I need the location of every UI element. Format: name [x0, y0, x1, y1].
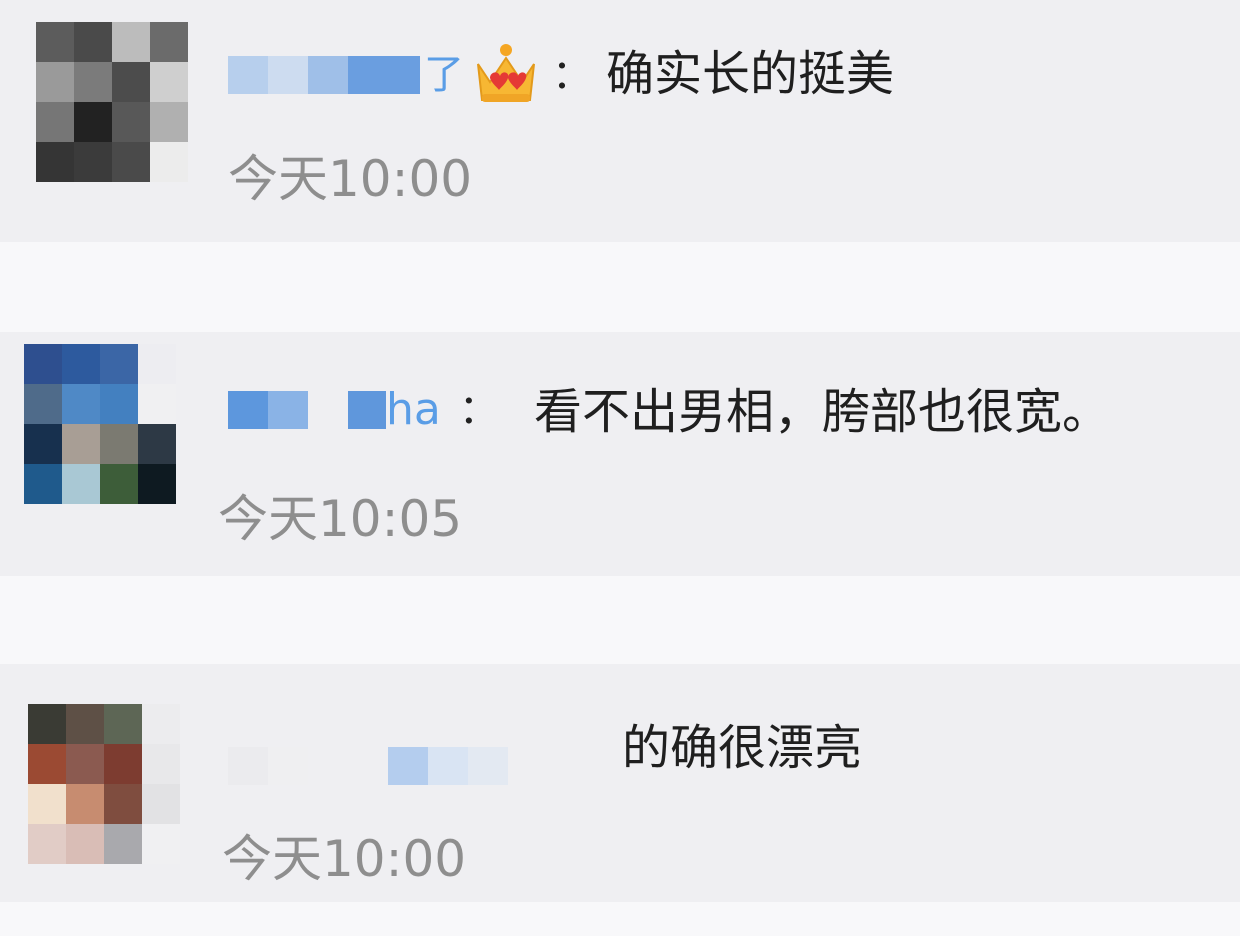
timestamp: 今天10:05 — [218, 490, 463, 548]
avatar-mosaic-cell — [28, 704, 66, 744]
username-tail: ha — [386, 384, 441, 435]
avatar-mosaic-cell — [104, 784, 142, 824]
username-blurred — [308, 391, 348, 429]
avatar-mosaic-cell — [66, 744, 104, 784]
separator — [0, 902, 1240, 936]
username-blurred — [268, 391, 308, 429]
avatar-mosaic-cell — [62, 384, 100, 424]
avatar-mosaic-cell — [62, 464, 100, 504]
avatar-mosaic-cell — [100, 384, 138, 424]
avatar-mosaic-cell — [74, 62, 112, 102]
comment-text: 看不出男相，胯部也很宽。 — [534, 384, 1111, 440]
avatar[interactable] — [28, 704, 180, 864]
username-blurred — [308, 747, 388, 785]
avatar-mosaic-cell — [138, 424, 176, 464]
separator — [0, 242, 1240, 332]
avatar-mosaic-cell — [100, 424, 138, 464]
avatar-mosaic-cell — [150, 142, 188, 182]
avatar-mosaic-cell — [100, 464, 138, 504]
username-blurred — [468, 747, 508, 785]
avatar-mosaic-cell — [112, 102, 150, 142]
timestamp: 今天10:00 — [228, 150, 473, 208]
avatar-mosaic-cell — [24, 464, 62, 504]
avatar-mosaic-cell — [142, 824, 180, 864]
username-tail: 了 — [424, 52, 464, 98]
comment-item[interactable]: 了 ： 确实长的挺美 今天10:00 — [0, 0, 1240, 242]
comment-item[interactable]: ha ： 看不出男相，胯部也很宽。 今天10:05 — [0, 332, 1240, 576]
comment-text: 确实长的挺美 — [606, 46, 895, 102]
username[interactable] — [228, 746, 508, 786]
avatar-mosaic-cell — [100, 344, 138, 384]
username-blurred — [308, 56, 348, 94]
avatar-mosaic-cell — [36, 22, 74, 62]
avatar-mosaic-cell — [24, 424, 62, 464]
username[interactable]: 了 ： — [228, 40, 592, 110]
avatar-mosaic-cell — [24, 384, 62, 424]
avatar-mosaic-cell — [112, 62, 150, 102]
avatar-mosaic-cell — [150, 102, 188, 142]
avatar-mosaic-cell — [142, 744, 180, 784]
username-blurred — [268, 56, 308, 94]
crown-icon — [472, 42, 540, 108]
comment-text: 的确很漂亮 — [622, 720, 863, 776]
colon: ： — [458, 387, 499, 433]
avatar-mosaic-cell — [36, 142, 74, 182]
username-blurred — [228, 56, 268, 94]
avatar-mosaic-cell — [66, 704, 104, 744]
avatar-mosaic-cell — [66, 824, 104, 864]
separator — [0, 576, 1240, 664]
avatar-mosaic-cell — [36, 62, 74, 102]
avatar-mosaic-cell — [104, 744, 142, 784]
avatar-mosaic-cell — [142, 704, 180, 744]
avatar-mosaic-cell — [150, 62, 188, 102]
username-blurred — [228, 391, 268, 429]
avatar-mosaic-cell — [138, 464, 176, 504]
avatar-mosaic-cell — [138, 344, 176, 384]
avatar[interactable] — [36, 22, 188, 182]
avatar-mosaic-cell — [74, 22, 112, 62]
avatar-mosaic-cell — [28, 824, 66, 864]
timestamp: 今天10:00 — [222, 830, 467, 888]
username-blurred — [348, 391, 386, 429]
avatar-mosaic-cell — [28, 784, 66, 824]
avatar-mosaic-cell — [74, 102, 112, 142]
avatar-mosaic-cell — [138, 384, 176, 424]
avatar-mosaic-cell — [104, 704, 142, 744]
avatar-mosaic-cell — [142, 784, 180, 824]
avatar-mosaic-cell — [62, 344, 100, 384]
avatar-mosaic-cell — [62, 424, 100, 464]
avatar-mosaic-cell — [74, 142, 112, 182]
username-blurred — [268, 747, 308, 785]
username-blurred — [228, 747, 268, 785]
avatar-mosaic-cell — [24, 344, 62, 384]
colon: ： — [552, 52, 592, 98]
avatar-mosaic-cell — [36, 102, 74, 142]
username[interactable]: ha ： — [228, 382, 499, 438]
comment-item[interactable]: 的确很漂亮 今天10:00 — [0, 664, 1240, 902]
avatar[interactable] — [24, 344, 176, 504]
avatar-mosaic-cell — [112, 142, 150, 182]
username-blurred — [388, 747, 428, 785]
avatar-mosaic-cell — [66, 784, 104, 824]
avatar-mosaic-cell — [104, 824, 142, 864]
avatar-mosaic-cell — [150, 22, 188, 62]
avatar-mosaic-cell — [112, 22, 150, 62]
username-blurred — [348, 56, 420, 94]
username-blurred — [428, 747, 468, 785]
avatar-mosaic-cell — [28, 744, 66, 784]
